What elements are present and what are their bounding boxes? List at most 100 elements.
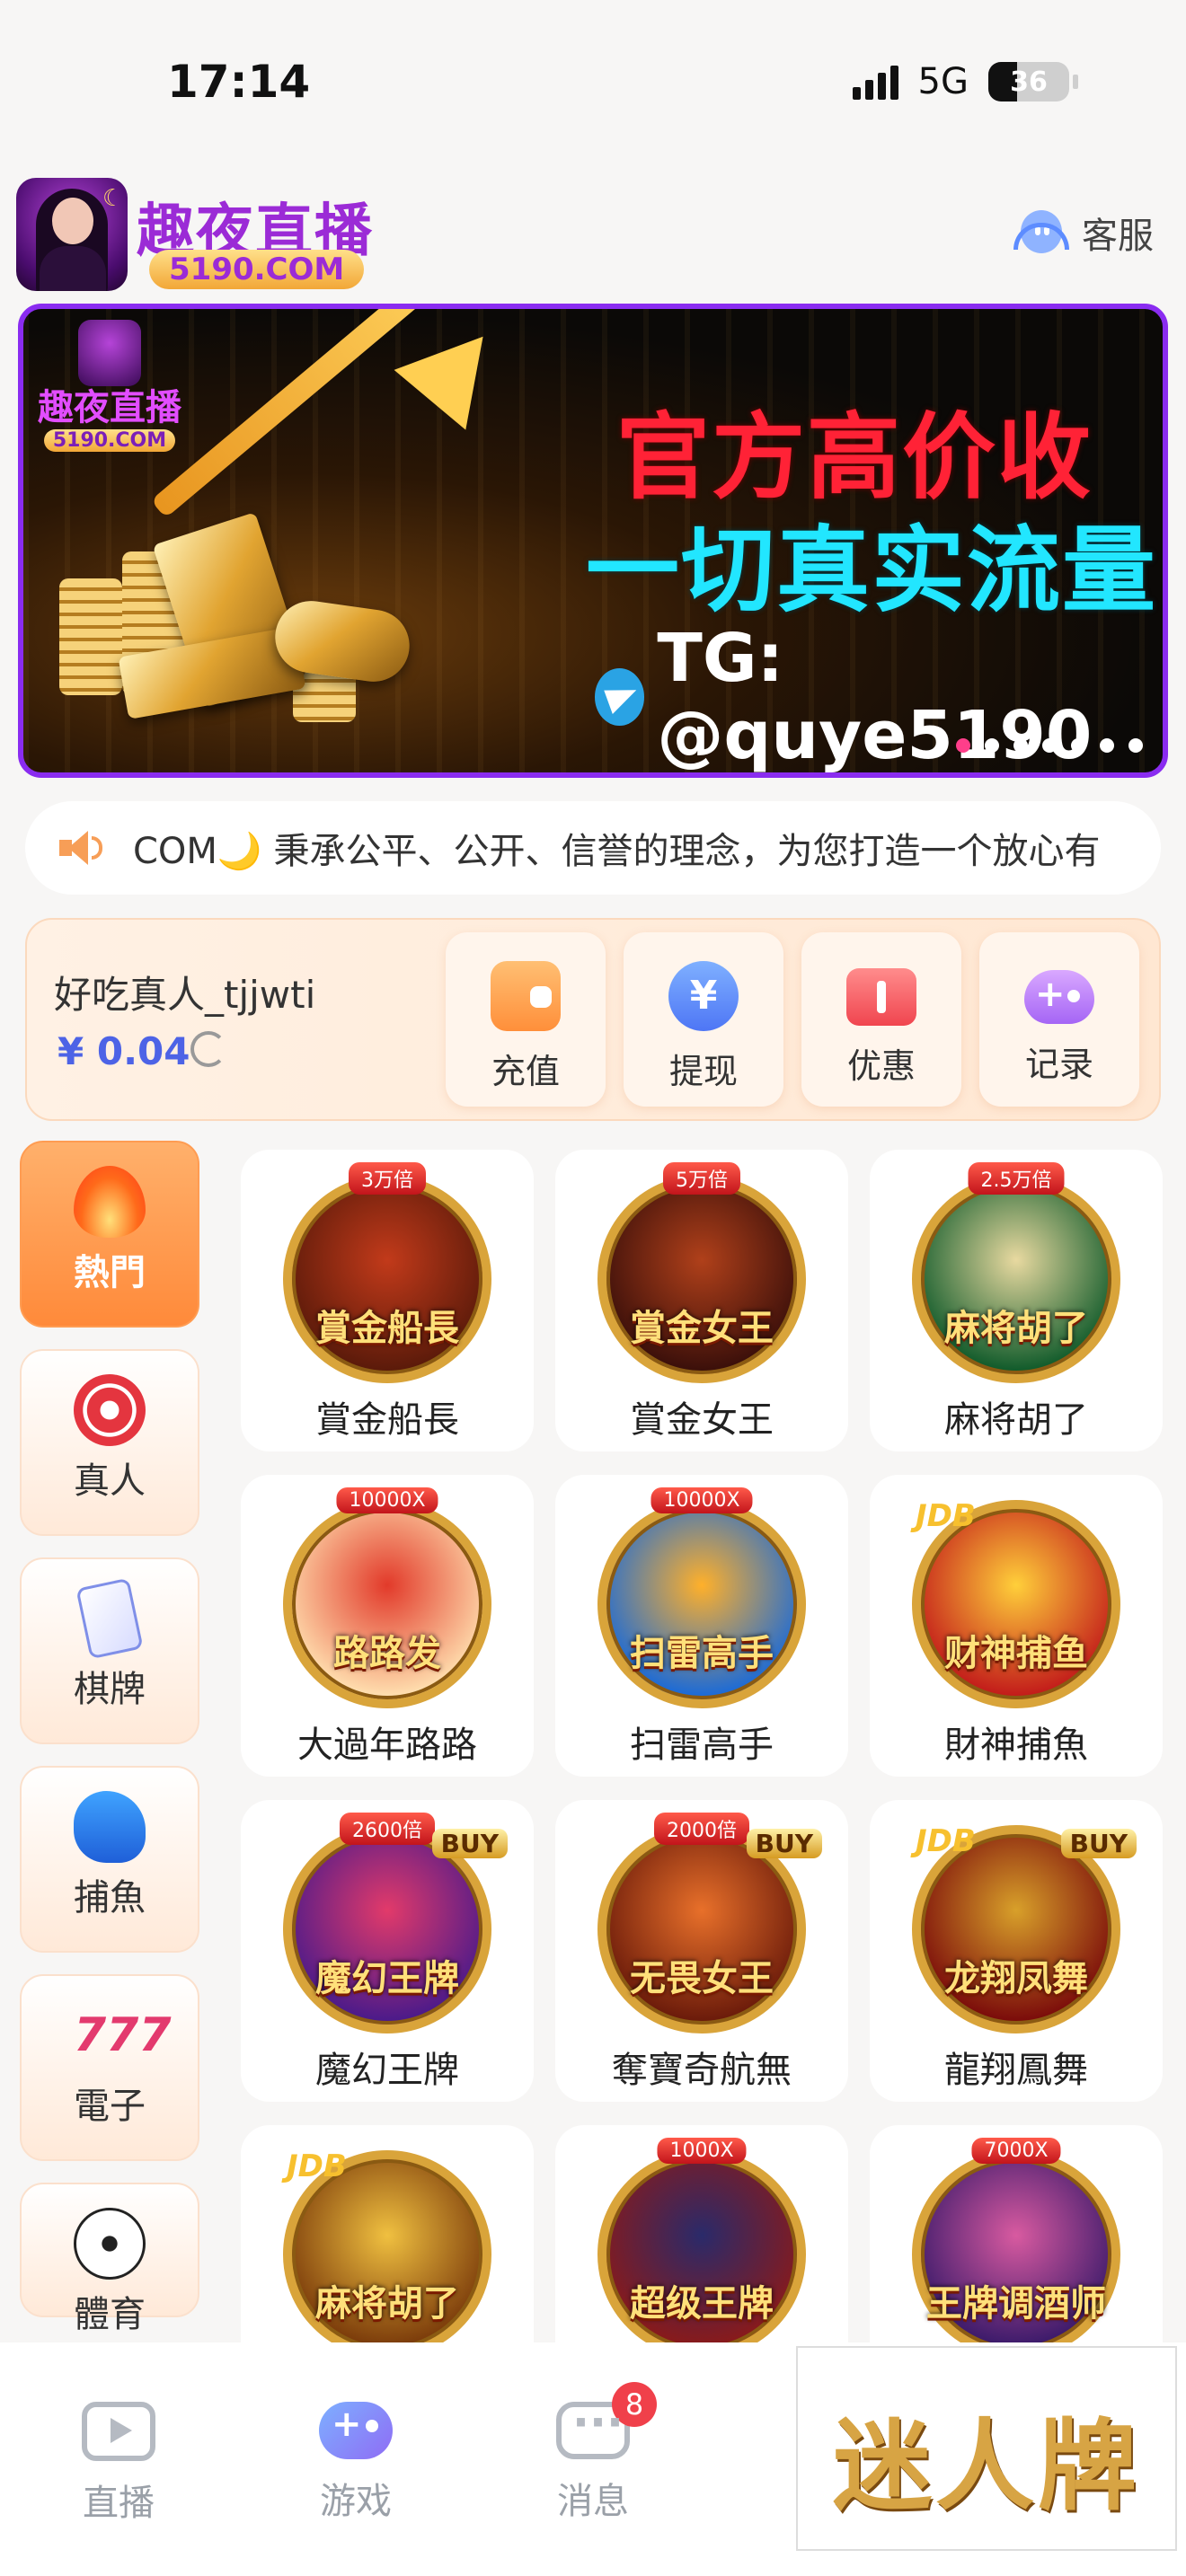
category-live[interactable]: 真人: [20, 1349, 199, 1536]
game-thumbnail: 10000X 扫雷高手: [597, 1487, 806, 1708]
tab-label: 游戏: [320, 2481, 392, 2522]
carousel-dot[interactable]: [1042, 738, 1057, 753]
banner-logo: 趣夜直播 5190.COM: [38, 320, 181, 452]
category-label: 棋牌: [74, 1669, 146, 1710]
game-logo-text: 超级王牌: [630, 2283, 774, 2325]
username: 好吃真人_tjjwti: [54, 973, 316, 1017]
carousel-dot[interactable]: [1100, 738, 1114, 753]
carousel-dot[interactable]: [985, 738, 999, 753]
gamepad-icon: [1024, 970, 1094, 1024]
game-card[interactable]: 10000X 路路发 大過年路路: [241, 1475, 534, 1777]
status-bar: 17:14 5G 36: [0, 0, 1186, 171]
refresh-icon[interactable]: [190, 1031, 226, 1067]
customer-service-label: 客服: [1082, 216, 1154, 257]
tab-live[interactable]: 直播: [29, 2389, 208, 2526]
game-multiplier-badge: 2600倍: [340, 1813, 435, 1845]
carousel-dots[interactable]: [956, 738, 1143, 753]
game-logo-text: 路路发: [333, 1633, 441, 1674]
game-logo-text: 麻将胡了: [315, 2283, 459, 2325]
game-name: 魔幻王牌: [315, 2050, 459, 2091]
records-label: 记录: [1024, 1045, 1093, 1084]
game-multiplier-badge: 3万倍: [349, 1162, 426, 1195]
game-thumbnail: 10000X 路路发: [283, 1487, 491, 1708]
carousel-dot[interactable]: [956, 738, 970, 753]
tab-games[interactable]: 游戏: [266, 2389, 446, 2524]
message-icon: 8: [556, 2382, 657, 2459]
game-thumbnail: JDB 麻将胡了: [283, 2148, 491, 2359]
tv-icon: [82, 2402, 155, 2461]
battery-icon: 36: [988, 62, 1069, 101]
notice-text: COM🌙 秉承公平、公开、信誉的理念，为您打造一个放心有: [133, 831, 1101, 872]
recharge-label: 充值: [491, 1052, 560, 1091]
promotions-button[interactable]: 优惠: [801, 932, 961, 1107]
game-multiplier-badge: JDB: [916, 1498, 976, 1534]
withdraw-button[interactable]: ¥ 提现: [624, 932, 783, 1107]
withdraw-label: 提现: [668, 1052, 738, 1091]
game-thumbnail: 2600倍 BUY 魔幻王牌: [283, 1813, 508, 2033]
game-card[interactable]: JDB BUY 龙翔凤舞 龍翔鳳舞: [870, 1800, 1163, 2102]
buy-feature-badge: BUY: [746, 1829, 822, 1858]
carousel-dot[interactable]: [1128, 738, 1143, 753]
records-button[interactable]: 记录: [979, 932, 1139, 1107]
game-card[interactable]: 2600倍 BUY 魔幻王牌 魔幻王牌: [241, 1800, 534, 2102]
network-type: 5G: [917, 61, 969, 102]
category-cards[interactable]: 棋牌: [20, 1557, 199, 1744]
category-sports[interactable]: 體育: [20, 2183, 199, 2335]
promo-banner[interactable]: 趣夜直播 5190.COM 官方高价收 一切真实流量 TG: @quye5190: [18, 304, 1168, 778]
casino-chip-icon: [74, 1374, 146, 1446]
tab-messages[interactable]: 8 消息: [503, 2382, 683, 2524]
game-name: 扫雷高手: [630, 1725, 774, 1766]
slot-777-icon: 777: [74, 2008, 172, 2062]
game-thumbnail: JDB BUY 龙翔凤舞: [912, 1823, 1137, 2033]
game-name: 財神捕魚: [944, 1725, 1088, 1766]
customer-service-button[interactable]: 客服: [1013, 205, 1154, 260]
balance-amount: ¥ 0.04: [58, 1029, 190, 1073]
playing-cards-icon: [75, 1577, 144, 1660]
game-card[interactable]: 3万倍 賞金船長 賞金船長: [241, 1150, 534, 1451]
carousel-dot[interactable]: [1013, 738, 1028, 753]
game-thumbnail: JDB 财神捕鱼: [912, 1498, 1120, 1708]
brand-logo: ☾: [16, 178, 128, 291]
banner-subheadline: 一切真实流量: [586, 516, 1158, 625]
notice-marquee[interactable]: COM🌙 秉承公平、公开、信誉的理念，为您打造一个放心有: [25, 801, 1161, 895]
game-multiplier-badge: 7000X: [971, 2138, 1061, 2164]
game-card[interactable]: 5万倍 賞金女王 賞金女王: [555, 1150, 848, 1451]
game-logo-text: 魔幻王牌: [315, 1958, 459, 1999]
yen-coin-icon: ¥: [668, 961, 739, 1031]
soccer-ball-icon: [74, 2208, 146, 2280]
game-card[interactable]: 2.5万倍 麻将胡了 麻将胡了: [870, 1150, 1163, 1451]
game-thumbnail: 5万倍 賞金女王: [597, 1162, 806, 1383]
shark-icon: [74, 1791, 146, 1863]
category-label: 捕魚: [74, 1877, 146, 1919]
battery-level: 36: [1010, 66, 1048, 98]
recharge-button[interactable]: 充值: [446, 932, 606, 1107]
wallet-icon: [491, 961, 561, 1031]
game-multiplier-badge: JDB: [916, 1823, 976, 1859]
category-slots[interactable]: 777 電子: [20, 1974, 199, 2161]
game-multiplier-badge: 10000X: [336, 1487, 438, 1513]
game-multiplier-badge: 10000X: [651, 1487, 753, 1513]
brand-domain: 5190.COM: [149, 250, 365, 289]
category-hot[interactable]: 熱門: [20, 1141, 199, 1328]
user-wallet-panel: 好吃真人_tjjwti ¥ 0.04 充值 ¥ 提现 优惠 记录: [25, 918, 1161, 1121]
floating-promo[interactable]: 迷人牌: [796, 2346, 1177, 2551]
game-thumbnail: 2.5万倍 麻将胡了: [912, 1162, 1120, 1383]
game-name: 奪寶奇航無: [612, 2050, 792, 2091]
game-card[interactable]: 10000X 扫雷高手 扫雷高手: [555, 1475, 848, 1777]
coupon-icon: [846, 968, 916, 1026]
telegram-icon: [595, 668, 645, 726]
game-multiplier-badge: 2000倍: [654, 1813, 749, 1845]
promotions-label: 优惠: [846, 1046, 916, 1086]
game-multiplier-badge: 2.5万倍: [968, 1162, 1065, 1195]
carousel-dot[interactable]: [1071, 738, 1085, 753]
category-label: 熱門: [74, 1252, 146, 1293]
game-logo-text: 扫雷高手: [630, 1633, 774, 1674]
moon-icon: ☾: [102, 185, 124, 212]
game-card[interactable]: 2000倍 BUY 无畏女王 奪寶奇航無: [555, 1800, 848, 2102]
promo-text: 迷人牌: [833, 2408, 1140, 2524]
game-card[interactable]: JDB 财神捕鱼財神捕魚: [870, 1475, 1163, 1777]
category-fishing[interactable]: 捕魚: [20, 1766, 199, 1953]
unread-badge: 8: [612, 2382, 657, 2427]
signal-icon: [852, 64, 898, 100]
game-name: 賞金船長: [315, 1399, 459, 1441]
